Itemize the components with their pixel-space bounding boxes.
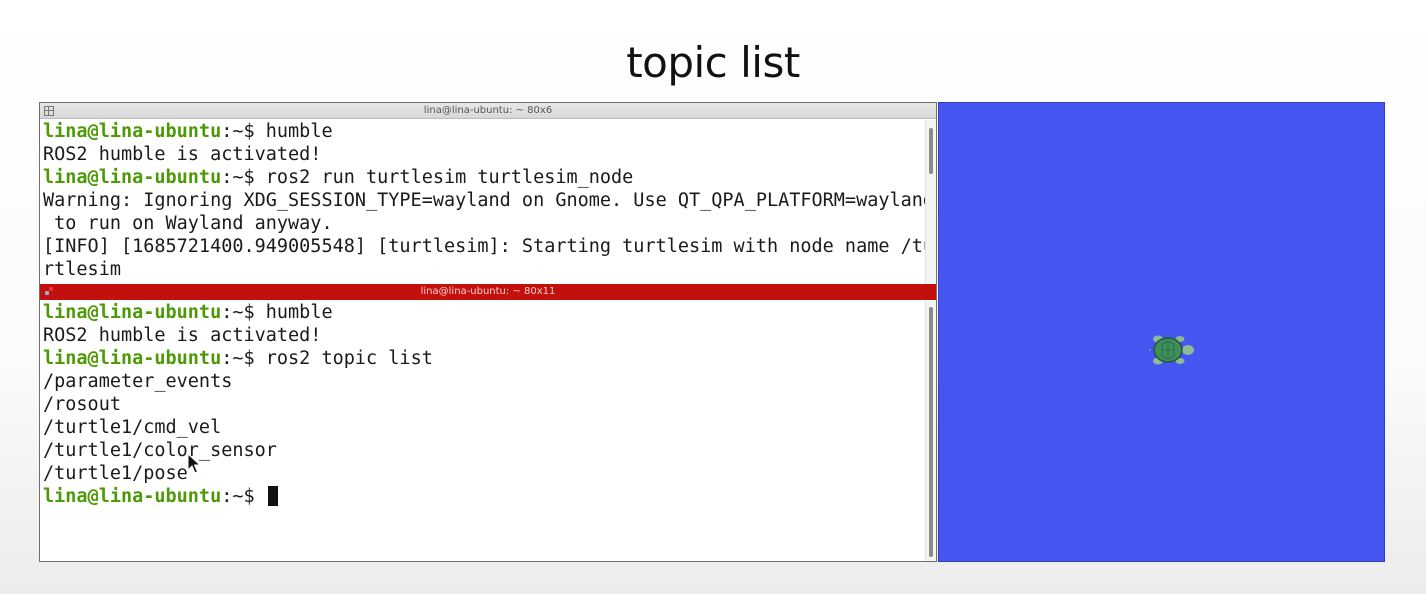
terminal-window: lina@lina-ubuntu: ~ 80x6 lina@lina-ubunt…	[39, 102, 937, 562]
terminal-line: ROS2 humble is activated!	[43, 325, 322, 346]
terminal-split-icon[interactable]	[44, 287, 53, 296]
command-text: :~$ humble	[221, 302, 333, 323]
bottom-terminal-titlebar[interactable]: lina@lina-ubuntu: ~ 80x11	[40, 284, 936, 300]
shell-prompt: lina@lina-ubuntu	[43, 167, 222, 188]
bottom-terminal-pane[interactable]: lina@lina-ubuntu: ~ 80x11 lina@lina-ubun…	[40, 284, 936, 561]
command-text: :~$ humble	[221, 121, 333, 142]
turtle-icon	[1149, 335, 1194, 365]
turtlesim-canvas[interactable]	[938, 102, 1385, 562]
terminal-line: /rosout	[43, 394, 121, 415]
terminal-line: [INFO] [1685721400.949005548] [turtlesim…	[43, 236, 935, 257]
top-terminal-scrollbar[interactable]	[925, 120, 936, 283]
command-text: :~$ ros2 topic list	[221, 348, 433, 369]
scrollbar-thumb[interactable]	[929, 307, 933, 557]
top-terminal-output[interactable]: lina@lina-ubuntu:~$ humble ROS2 humble is…	[43, 120, 935, 281]
terminal-line: /turtle1/pose	[43, 463, 188, 484]
shell-prompt: lina@lina-ubuntu	[43, 302, 222, 323]
bottom-terminal-scrollbar[interactable]	[925, 301, 936, 561]
terminal-line: lina@lina-ubuntu:~$ ros2 topic list	[43, 347, 922, 370]
terminal-line: ROS2 humble is activated!	[43, 144, 322, 165]
shell-prompt: lina@lina-ubuntu	[43, 121, 222, 142]
top-terminal-pane[interactable]: lina@lina-ubuntu: ~ 80x6 lina@lina-ubunt…	[40, 103, 936, 283]
terminal-line: to run on Wayland anyway.	[43, 213, 333, 234]
slide-title: topic list	[626, 38, 800, 87]
command-text: :~$	[221, 486, 266, 507]
scrollbar-thumb[interactable]	[929, 128, 933, 174]
bottom-terminal-output[interactable]: lina@lina-ubuntu:~$ humble ROS2 humble is…	[43, 301, 922, 508]
terminal-line: /parameter_events	[43, 371, 233, 392]
top-terminal-title: lina@lina-ubuntu: ~ 80x6	[423, 105, 553, 116]
shell-prompt: lina@lina-ubuntu	[43, 348, 222, 369]
mouse-pointer-icon	[187, 453, 201, 474]
top-terminal-titlebar[interactable]: lina@lina-ubuntu: ~ 80x6	[40, 103, 936, 119]
terminal-line: lina@lina-ubuntu:~$ humble	[43, 120, 922, 143]
terminal-line: lina@lina-ubuntu:~$	[43, 485, 922, 508]
terminal-line: lina@lina-ubuntu:~$ ros2 run turtlesim t…	[43, 166, 922, 189]
terminal-line: /turtle1/color_sensor	[43, 440, 277, 461]
terminal-line: rtlesim	[43, 259, 121, 280]
terminal-line: /turtle1/cmd_vel	[43, 417, 222, 438]
text-cursor	[267, 486, 278, 506]
bottom-terminal-title: lina@lina-ubuntu: ~ 80x11	[420, 286, 556, 297]
shell-prompt: lina@lina-ubuntu	[43, 486, 222, 507]
terminal-line: Warning: Ignoring XDG_SESSION_TYPE=wayla…	[43, 190, 935, 211]
command-text: :~$ ros2 run turtlesim turtlesim_node	[221, 167, 634, 188]
terminal-line: lina@lina-ubuntu:~$ humble	[43, 301, 922, 324]
terminal-grid-icon[interactable]	[44, 106, 54, 116]
